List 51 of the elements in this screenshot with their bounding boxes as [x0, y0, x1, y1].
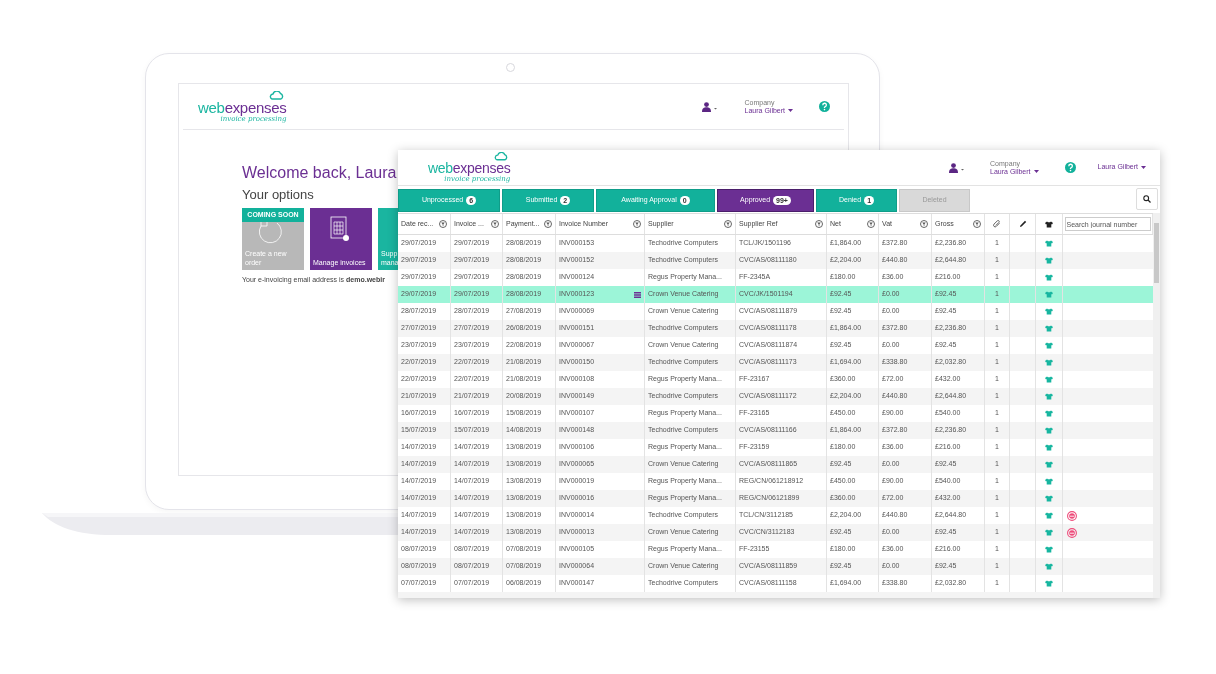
- shirt-icon: [1045, 291, 1053, 298]
- pencil-icon: [1018, 220, 1027, 228]
- filter-icon[interactable]: [973, 220, 981, 228]
- search-icon: [1143, 195, 1151, 203]
- user-icon[interactable]: [701, 101, 718, 112]
- filter-icon[interactable]: [724, 220, 732, 228]
- shirt-icon: [1045, 342, 1053, 349]
- shirt-icon: [1045, 529, 1053, 536]
- cloud-icon: [269, 90, 285, 100]
- shirt-icon: [1045, 376, 1053, 383]
- shirt-icon: [1045, 308, 1053, 315]
- search-button[interactable]: [1136, 188, 1158, 210]
- caret-icon: [1141, 166, 1146, 169]
- filter-icon[interactable]: [439, 220, 447, 228]
- shirt-icon: [1045, 495, 1053, 502]
- options-heading: Your options: [242, 187, 314, 203]
- document-icon: [330, 216, 350, 242]
- filter-icon[interactable]: [633, 220, 641, 228]
- logo-text: webexpenses: [198, 98, 287, 116]
- cloud-icon: [494, 152, 509, 161]
- shirt-icon: [1045, 274, 1053, 281]
- shirt-icon: [1045, 461, 1053, 468]
- shirt-icon: [1045, 240, 1053, 247]
- welcome-heading: Welcome back, Laura: [242, 164, 397, 182]
- filter-icon[interactable]: [491, 220, 499, 228]
- filter-icon[interactable]: [920, 220, 928, 228]
- caret-icon: [788, 109, 793, 112]
- shirt-icon: [1045, 393, 1053, 400]
- help-icon[interactable]: [819, 101, 830, 112]
- shirt-icon: [1045, 427, 1053, 434]
- logo-text: webexpenses: [428, 160, 511, 176]
- scrollbar[interactable]: [1153, 213, 1160, 598]
- shirt-icon: [1045, 220, 1053, 228]
- shirt-icon: [1045, 478, 1053, 485]
- filter-icon[interactable]: [544, 220, 552, 228]
- filter-icon[interactable]: [815, 220, 823, 228]
- user-icon[interactable]: [949, 162, 966, 173]
- shirt-icon: [1045, 580, 1053, 587]
- shirt-icon: [1045, 410, 1053, 417]
- shirt-icon: [1045, 257, 1053, 264]
- shirt-icon: [1045, 325, 1053, 332]
- shirt-icon: [1045, 359, 1053, 366]
- shirt-icon: [1045, 563, 1053, 570]
- shirt-icon: [1045, 444, 1053, 451]
- shirt-icon: [1045, 546, 1053, 553]
- help-icon[interactable]: [1064, 162, 1076, 173]
- filter-icon[interactable]: [867, 220, 875, 228]
- shirt-icon: [1045, 512, 1053, 519]
- paperclip-icon: [993, 220, 1001, 228]
- caret-icon: [1033, 170, 1039, 173]
- list-icon[interactable]: [634, 291, 641, 298]
